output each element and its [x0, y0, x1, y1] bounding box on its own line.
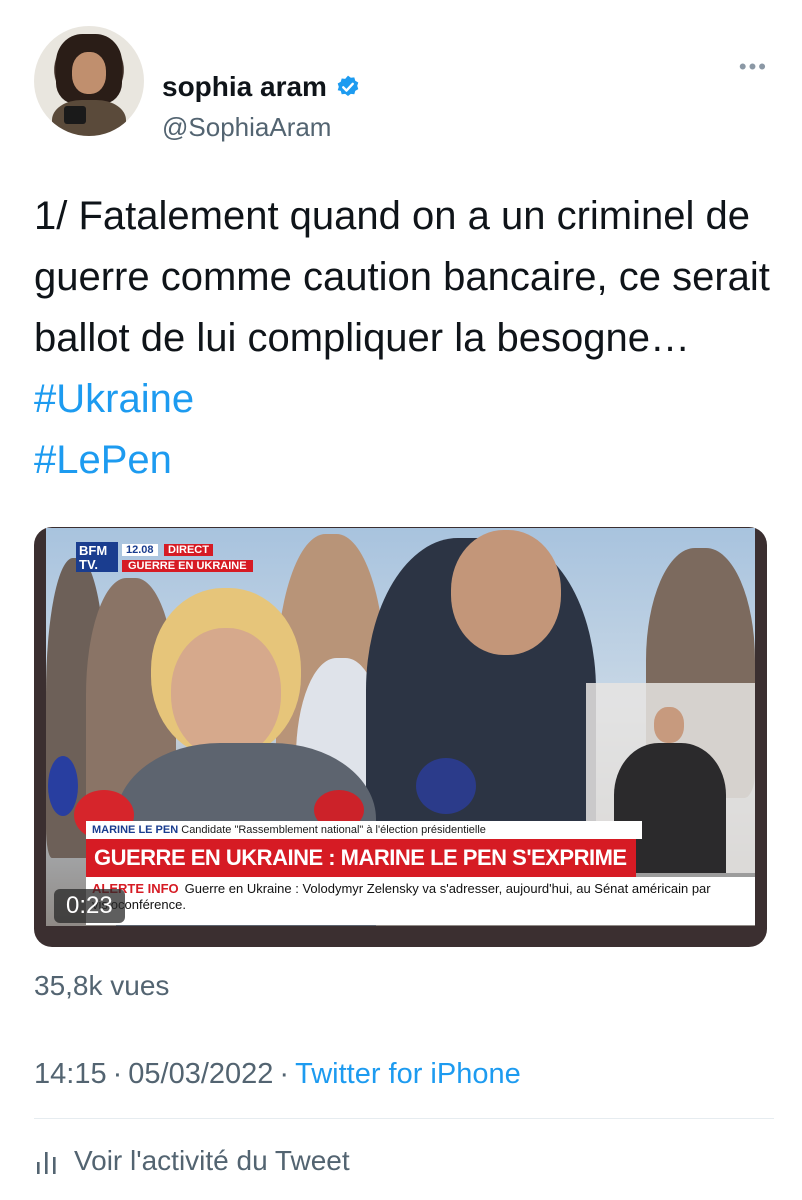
channel-logo: BFM TV.: [76, 542, 118, 572]
tweet-header: sophia aram @SophiaAram •••: [34, 26, 774, 142]
view-count: 35,8k vues: [34, 970, 170, 1001]
author-handle[interactable]: @SophiaAram: [162, 112, 331, 143]
activity-label: Voir l'activité du Tweet: [74, 1145, 350, 1176]
author-display-name[interactable]: sophia aram: [162, 71, 327, 103]
broadcast-time: 12.08: [122, 544, 158, 556]
hashtag-lepen[interactable]: #LePen: [34, 438, 172, 482]
speaker-role: Candidate "Rassemblement national" à l'é…: [181, 824, 486, 836]
live-label: DIRECT: [164, 544, 213, 556]
name-row[interactable]: sophia aram: [162, 71, 361, 103]
news-ticker: ALERTE INFO Guerre en Ukraine : Volodymyr…: [86, 877, 755, 925]
tweet-text: 1/ Fatalement quand on a un criminel de …: [34, 186, 774, 491]
video-player[interactable]: BFM TV. 12.08 DIRECT GUERRE EN UKRAINE M…: [34, 527, 767, 947]
ticker-text: Guerre en Ukraine : Volodymyr Zelensky v…: [92, 881, 711, 912]
tweet-date[interactable]: 05/03/2022: [128, 1058, 273, 1091]
view-tweet-activity-button[interactable]: Voir l'activité du Tweet: [34, 1145, 350, 1177]
tweet-time[interactable]: 14:15: [34, 1058, 107, 1091]
verified-badge-icon: [335, 74, 361, 100]
video-duration: 0:23: [54, 889, 125, 923]
tweet-body: 1/ Fatalement quand on a un criminel de …: [34, 194, 770, 360]
video-frame[interactable]: BFM TV. 12.08 DIRECT GUERRE EN UKRAINE M…: [46, 528, 755, 926]
more-icon[interactable]: •••: [739, 54, 768, 80]
divider: [34, 1118, 774, 1119]
speaker-name: MARINE LE PEN: [92, 824, 179, 836]
tweet-meta: 14:15 · 05/03/2022 · Twitter for iPhone: [34, 1058, 521, 1091]
topic-label: GUERRE EN UKRAINE: [122, 560, 253, 572]
activity-chart-icon: [34, 1146, 60, 1176]
avatar[interactable]: [34, 26, 144, 136]
tweet-source-link[interactable]: Twitter for iPhone: [295, 1058, 521, 1091]
meta-separator: ·: [112, 1058, 123, 1090]
broadcast-headline: GUERRE EN UKRAINE : MARINE LE PEN S'EXPR…: [86, 839, 636, 877]
meta-separator: ·: [279, 1058, 290, 1090]
speaker-lower-third: MARINE LE PEN Candidate "Rassemblement n…: [86, 821, 642, 839]
hashtag-ukraine[interactable]: #Ukraine: [34, 377, 194, 421]
